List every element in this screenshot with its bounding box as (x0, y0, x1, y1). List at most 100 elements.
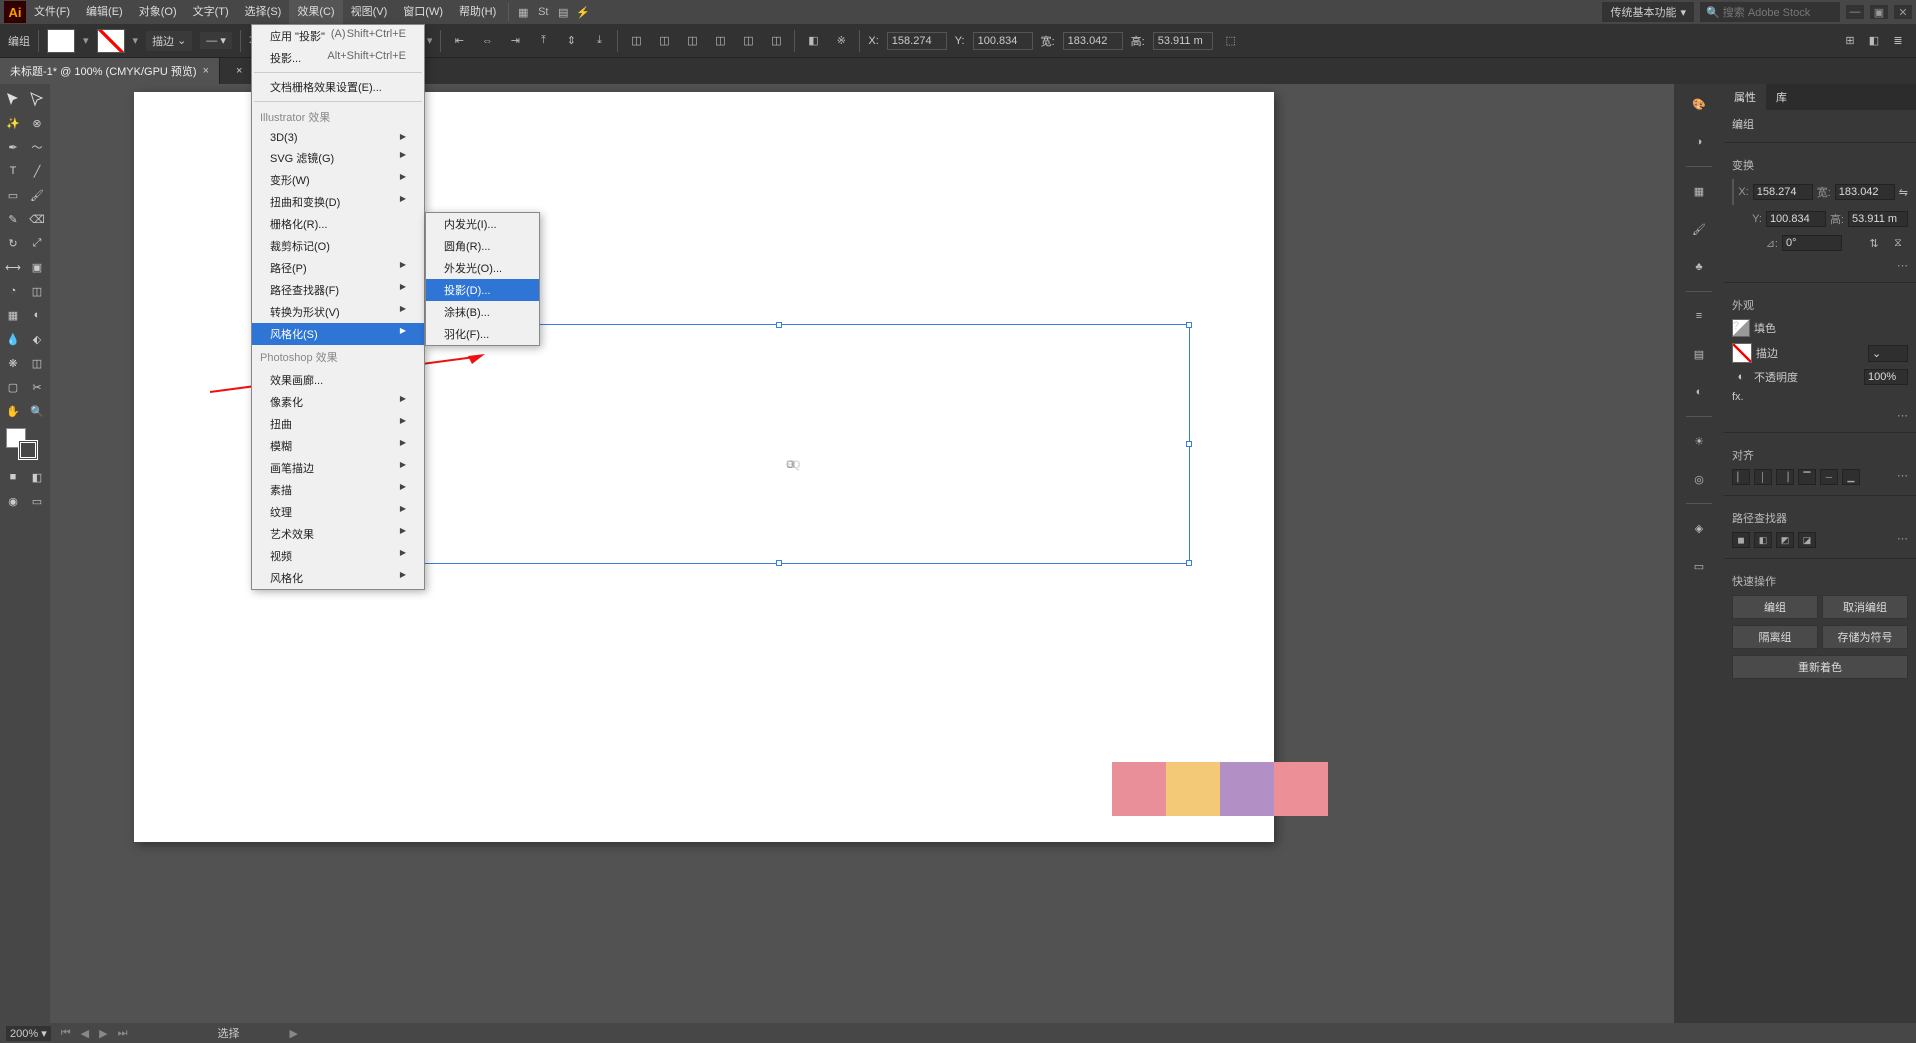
rectangle-tool-icon[interactable]: ▭ (2, 184, 24, 206)
flip-h-icon[interactable]: ⇋ (1899, 182, 1908, 202)
menu-warp[interactable]: 变形(W) (252, 169, 424, 191)
document-tab[interactable]: × (220, 58, 253, 84)
color-panel-icon[interactable]: 🎨 (1685, 90, 1713, 118)
menu-view[interactable]: 视图(V) (343, 0, 396, 24)
menu-stylize-ps[interactable]: 风格化 (252, 567, 424, 589)
stroke-weight-select[interactable]: 描边 ⌄ (146, 31, 192, 51)
tab-close-icon[interactable]: × (203, 65, 209, 77)
scale-tool-icon[interactable]: ⤢ (26, 232, 48, 254)
prop-x-input[interactable] (1753, 184, 1813, 200)
stroke-indicator[interactable] (1732, 343, 1752, 363)
h-input[interactable] (1153, 32, 1213, 50)
shaper-tool-icon[interactable]: ✎ (2, 208, 24, 230)
paintbrush-tool-icon[interactable]: 🖌 (26, 184, 48, 206)
menu-pixelate[interactable]: 像素化 (252, 391, 424, 413)
transparency-panel-icon[interactable]: ◐ (1685, 378, 1713, 406)
w-input[interactable] (1063, 32, 1123, 50)
symbol-sprayer-tool-icon[interactable]: ❋ (2, 352, 24, 374)
magic-wand-tool-icon[interactable]: ✨ (2, 112, 24, 134)
y-input[interactable] (973, 32, 1033, 50)
fill-swatch[interactable] (47, 29, 75, 53)
ref-point-icon[interactable] (1732, 179, 1734, 205)
gradient-tool-icon[interactable]: ◐ (26, 304, 48, 326)
gradient-panel-icon[interactable]: ▤ (1685, 340, 1713, 368)
tab-close-icon[interactable]: × (236, 65, 242, 77)
arrange-docs-icon[interactable]: ▦ (513, 2, 533, 22)
align-top-icon[interactable]: ▔ (1798, 469, 1816, 485)
menu-file[interactable]: 文件(F) (26, 0, 78, 24)
save-symbol-button[interactable]: 存储为符号 (1822, 625, 1908, 649)
stroke-dash-select[interactable]: — ▾ (200, 32, 232, 49)
more-icon[interactable]: ⋯ (1897, 409, 1908, 422)
zoom-select[interactable]: 200% ▾ (6, 1026, 51, 1041)
arrange-icon[interactable]: ▤ (553, 2, 573, 22)
x-input[interactable] (887, 32, 947, 50)
minus-front-icon[interactable]: ◧ (1754, 532, 1772, 548)
symbols-panel-icon[interactable]: ♣ (1685, 253, 1713, 281)
hand-tool-icon[interactable]: ✋ (2, 400, 24, 422)
isolate-button[interactable]: 隔离组 (1732, 625, 1818, 649)
fill-stroke-swatch[interactable] (2, 424, 48, 464)
menu-window[interactable]: 窗口(W) (395, 0, 451, 24)
perspective-tool-icon[interactable]: ◫ (26, 280, 48, 302)
menu-brush-strokes[interactable]: 画笔描边 (252, 457, 424, 479)
shape-mode-icon[interactable]: ◧ (803, 31, 823, 51)
mesh-tool-icon[interactable]: ▦ (2, 304, 24, 326)
dist-top-icon[interactable]: ◫ (710, 31, 730, 51)
search-stock-input[interactable]: 🔍 搜索 Adobe Stock (1700, 2, 1840, 22)
transform-icon[interactable]: ※ (831, 31, 851, 51)
align-bottom-icon[interactable]: ▁ (1842, 469, 1860, 485)
column-graph-tool-icon[interactable]: ◫ (26, 352, 48, 374)
align-vcenter-icon[interactable]: ─ (1820, 469, 1838, 485)
stroke-panel-icon[interactable]: ≡ (1685, 302, 1713, 330)
stroke-weight-input[interactable]: ⌄ (1868, 345, 1908, 362)
more-icon[interactable]: ⋯ (1897, 532, 1908, 548)
nav-first-icon[interactable]: ⏮ (61, 1027, 71, 1040)
shear-icon[interactable]: ⧖ (1888, 233, 1908, 253)
dist-right-icon[interactable]: ◫ (682, 31, 702, 51)
submenu-inner-glow[interactable]: 内发光(I)... (426, 213, 539, 235)
menu-stylize[interactable]: 风格化(S) (252, 323, 424, 345)
fx-icon[interactable]: fx. (1732, 391, 1744, 403)
window-restore-icon[interactable]: ▣ (1870, 5, 1888, 19)
eraser-tool-icon[interactable]: ⌫ (26, 208, 48, 230)
submenu-round-corners[interactable]: 圆角(R)... (426, 235, 539, 257)
blend-tool-icon[interactable]: ⬖ (26, 328, 48, 350)
nav-last-icon[interactable]: ⏭ (118, 1027, 128, 1040)
menu-type[interactable]: 文字(T) (185, 0, 237, 24)
align-top-icon[interactable]: ⤒ (533, 31, 553, 51)
stroke-swatch[interactable] (97, 29, 125, 53)
align-hcenter-icon[interactable]: │ (1754, 469, 1772, 485)
gpu-icon[interactable]: ⚡ (573, 2, 593, 22)
menu-doc-raster[interactable]: 文档栅格效果设置(E)... (252, 76, 424, 98)
ungroup-button[interactable]: 取消编组 (1822, 595, 1908, 619)
dist-hcenter-icon[interactable]: ◫ (654, 31, 674, 51)
submenu-feather[interactable]: 羽化(F)... (426, 323, 539, 345)
menu-video[interactable]: 视频 (252, 545, 424, 567)
lasso-tool-icon[interactable]: ⊗ (26, 112, 48, 134)
stock-icon[interactable]: St (533, 2, 553, 22)
constrain-icon[interactable]: ⬚ (1221, 31, 1241, 51)
prop-angle-input[interactable] (1782, 235, 1842, 251)
appearance-panel-icon[interactable]: ☀ (1685, 427, 1713, 455)
document-tab[interactable]: 未标题-1* @ 100% (CMYK/GPU 预览) × (0, 58, 220, 84)
prop-y-input[interactable] (1766, 211, 1826, 227)
align-bottom-icon[interactable]: ⤓ (589, 31, 609, 51)
direct-selection-tool-icon[interactable] (26, 88, 48, 110)
swatches-panel-icon[interactable]: ▦ (1685, 177, 1713, 205)
align-right-icon[interactable]: ⇥ (505, 31, 525, 51)
draw-mode-icon[interactable]: ◉ (2, 490, 24, 512)
free-transform-tool-icon[interactable]: ▣ (26, 256, 48, 278)
menu-svg-filter[interactable]: SVG 滤镜(G) (252, 147, 424, 169)
menu-blur[interactable]: 模糊 (252, 435, 424, 457)
dist-bottom-icon[interactable]: ◫ (766, 31, 786, 51)
screen-mode-icon[interactable]: ▭ (26, 490, 48, 512)
line-tool-icon[interactable]: ╱ (26, 160, 48, 182)
menu-crop-marks[interactable]: 裁剪标记(O) (252, 235, 424, 257)
menu-3d[interactable]: 3D(3) (252, 129, 424, 147)
tab-properties[interactable]: 属性 (1724, 84, 1766, 110)
zoom-tool-icon[interactable]: 🔍 (26, 400, 48, 422)
brushes-panel-icon[interactable]: 🖌 (1685, 215, 1713, 243)
tab-library[interactable]: 库 (1766, 84, 1797, 110)
width-tool-icon[interactable]: ⟷ (2, 256, 24, 278)
